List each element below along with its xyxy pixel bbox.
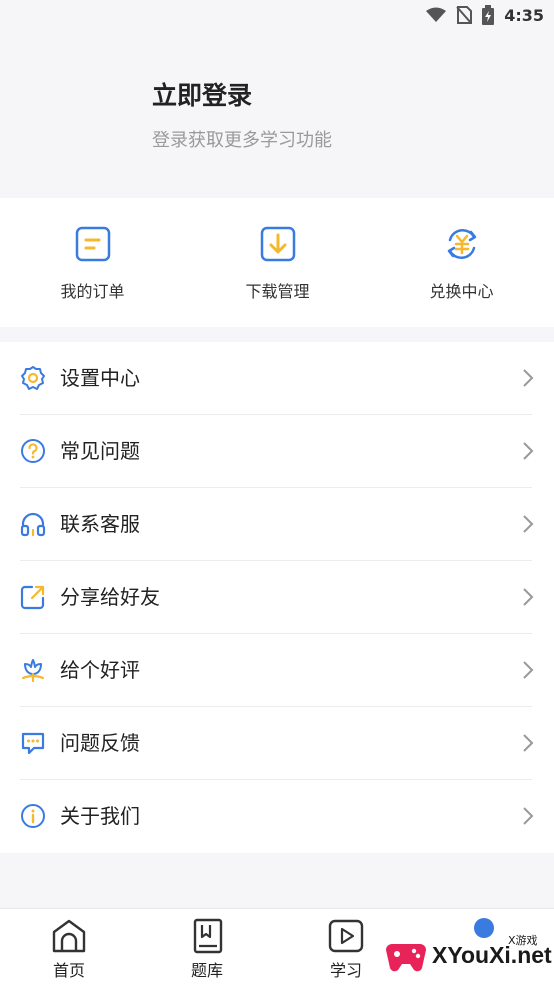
headset-icon: [20, 512, 46, 537]
info-icon: [21, 804, 45, 828]
tab-label: 首页: [52, 961, 85, 980]
wifi-icon: [426, 7, 447, 22]
menu-item-label: 问题反馈: [60, 731, 140, 755]
quick-action-downloads[interactable]: 下载管理: [185, 198, 370, 327]
menu-item-support[interactable]: 联系客服: [0, 488, 554, 561]
download-icon: [260, 226, 295, 262]
flower-icon: [21, 659, 45, 683]
no-sim-icon: [456, 6, 473, 24]
quick-action-label: 下载管理: [245, 282, 310, 301]
menu-item-label: 联系客服: [60, 512, 140, 536]
settings-menu: 设置中心 常见问题 联系客服 分享给好友 给个好评 问题反馈 关于我们: [0, 342, 554, 853]
order-icon: [75, 226, 110, 262]
login-header[interactable]: 立即登录 登录获取更多学习功能: [0, 30, 554, 198]
menu-item-label: 常见问题: [60, 439, 140, 463]
menu-item-share[interactable]: 分享给好友: [0, 561, 554, 634]
question-bank-icon: [193, 918, 223, 954]
quick-action-exchange[interactable]: 兑换中心: [369, 198, 554, 327]
status-bar: 4:35: [0, 0, 554, 30]
watermark-text: XYouXi.net: [432, 942, 552, 968]
menu-item-label: 关于我们: [60, 804, 140, 828]
chevron-right-icon: [523, 734, 534, 752]
quick-action-label: 我的订单: [60, 282, 125, 301]
chevron-right-icon: [523, 661, 534, 679]
home-icon: [52, 919, 86, 953]
menu-item-feedback[interactable]: 问题反馈: [0, 707, 554, 780]
quick-action-label: 兑换中心: [429, 282, 494, 301]
menu-item-rate[interactable]: 给个好评: [0, 634, 554, 707]
exchange-icon: [447, 228, 476, 260]
chevron-right-icon: [523, 442, 534, 460]
chevron-right-icon: [523, 807, 534, 825]
question-icon: [21, 439, 45, 463]
share-icon: [20, 585, 45, 610]
menu-item-label: 设置中心: [60, 366, 140, 390]
battery-charging-icon: [482, 5, 495, 25]
watermark: X游戏 XYouXi.net: [384, 930, 552, 982]
menu-item-about[interactable]: 关于我们: [0, 780, 554, 853]
menu-item-settings[interactable]: 设置中心: [0, 342, 554, 415]
quick-actions: 我的订单 下载管理 兑换中心: [0, 198, 554, 327]
login-title[interactable]: 立即登录: [152, 76, 252, 112]
chevron-right-icon: [523, 588, 534, 606]
gear-icon: [21, 366, 45, 390]
quick-action-orders[interactable]: 我的订单: [0, 198, 185, 327]
menu-item-label: 给个好评: [60, 658, 140, 682]
gamepad-logo-icon: [386, 944, 426, 972]
tab-label: 学习: [329, 961, 362, 980]
tab-question-bank[interactable]: 题库: [138, 909, 276, 987]
tab-label: 题库: [190, 961, 223, 980]
status-time: 4:35: [504, 5, 544, 25]
tab-home[interactable]: 首页: [0, 909, 138, 987]
login-subtitle: 登录获取更多学习功能: [152, 130, 332, 151]
chevron-right-icon: [523, 515, 534, 533]
video-play-icon: [328, 919, 364, 953]
menu-item-label: 分享给好友: [60, 585, 160, 609]
menu-item-faq[interactable]: 常见问题: [0, 415, 554, 488]
chevron-right-icon: [523, 369, 534, 387]
feedback-icon: [21, 732, 45, 755]
